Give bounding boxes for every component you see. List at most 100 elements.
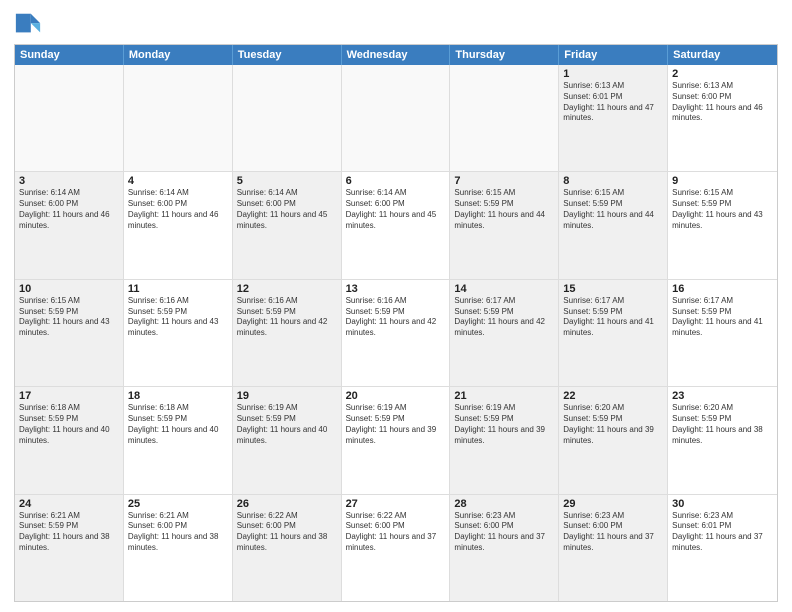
list-item: 23Sunrise: 6:20 AM Sunset: 5:59 PM Dayli… <box>668 387 777 493</box>
cell-info: Sunrise: 6:23 AM Sunset: 6:00 PM Dayligh… <box>563 511 663 554</box>
list-item: 1Sunrise: 6:13 AM Sunset: 6:01 PM Daylig… <box>559 65 668 171</box>
list-item: 24Sunrise: 6:21 AM Sunset: 5:59 PM Dayli… <box>15 495 124 601</box>
list-item: 8Sunrise: 6:15 AM Sunset: 5:59 PM Daylig… <box>559 172 668 278</box>
calendar-header: SundayMondayTuesdayWednesdayThursdayFrid… <box>15 45 777 65</box>
cell-info: Sunrise: 6:19 AM Sunset: 5:59 PM Dayligh… <box>237 403 337 446</box>
day-number: 8 <box>563 175 663 187</box>
list-item: 14Sunrise: 6:17 AM Sunset: 5:59 PM Dayli… <box>450 280 559 386</box>
list-item: 5Sunrise: 6:14 AM Sunset: 6:00 PM Daylig… <box>233 172 342 278</box>
calendar-body: 1Sunrise: 6:13 AM Sunset: 6:01 PM Daylig… <box>15 65 777 601</box>
day-number: 21 <box>454 390 554 402</box>
cell-info: Sunrise: 6:22 AM Sunset: 6:00 PM Dayligh… <box>237 511 337 554</box>
list-item <box>233 65 342 171</box>
list-item: 2Sunrise: 6:13 AM Sunset: 6:00 PM Daylig… <box>668 65 777 171</box>
cal-header-cell: Monday <box>124 45 233 65</box>
list-item: 6Sunrise: 6:14 AM Sunset: 6:00 PM Daylig… <box>342 172 451 278</box>
cal-header-cell: Friday <box>559 45 668 65</box>
list-item: 11Sunrise: 6:16 AM Sunset: 5:59 PM Dayli… <box>124 280 233 386</box>
day-number: 12 <box>237 283 337 295</box>
table-row: 1Sunrise: 6:13 AM Sunset: 6:01 PM Daylig… <box>15 65 777 172</box>
day-number: 4 <box>128 175 228 187</box>
cell-info: Sunrise: 6:23 AM Sunset: 6:01 PM Dayligh… <box>672 511 773 554</box>
list-item: 12Sunrise: 6:16 AM Sunset: 5:59 PM Dayli… <box>233 280 342 386</box>
list-item <box>342 65 451 171</box>
cal-header-cell: Wednesday <box>342 45 451 65</box>
day-number: 17 <box>19 390 119 402</box>
cell-info: Sunrise: 6:19 AM Sunset: 5:59 PM Dayligh… <box>346 403 446 446</box>
cell-info: Sunrise: 6:21 AM Sunset: 6:00 PM Dayligh… <box>128 511 228 554</box>
day-number: 28 <box>454 498 554 510</box>
list-item: 28Sunrise: 6:23 AM Sunset: 6:00 PM Dayli… <box>450 495 559 601</box>
day-number: 29 <box>563 498 663 510</box>
day-number: 18 <box>128 390 228 402</box>
cell-info: Sunrise: 6:17 AM Sunset: 5:59 PM Dayligh… <box>672 296 773 339</box>
day-number: 20 <box>346 390 446 402</box>
cell-info: Sunrise: 6:20 AM Sunset: 5:59 PM Dayligh… <box>563 403 663 446</box>
cell-info: Sunrise: 6:18 AM Sunset: 5:59 PM Dayligh… <box>128 403 228 446</box>
cell-info: Sunrise: 6:13 AM Sunset: 6:01 PM Dayligh… <box>563 81 663 124</box>
day-number: 16 <box>672 283 773 295</box>
list-item: 17Sunrise: 6:18 AM Sunset: 5:59 PM Dayli… <box>15 387 124 493</box>
cell-info: Sunrise: 6:15 AM Sunset: 5:59 PM Dayligh… <box>563 188 663 231</box>
list-item: 30Sunrise: 6:23 AM Sunset: 6:01 PM Dayli… <box>668 495 777 601</box>
list-item: 19Sunrise: 6:19 AM Sunset: 5:59 PM Dayli… <box>233 387 342 493</box>
day-number: 22 <box>563 390 663 402</box>
cell-info: Sunrise: 6:15 AM Sunset: 5:59 PM Dayligh… <box>672 188 773 231</box>
cell-info: Sunrise: 6:17 AM Sunset: 5:59 PM Dayligh… <box>563 296 663 339</box>
day-number: 9 <box>672 175 773 187</box>
calendar: SundayMondayTuesdayWednesdayThursdayFrid… <box>14 44 778 602</box>
cell-info: Sunrise: 6:16 AM Sunset: 5:59 PM Dayligh… <box>237 296 337 339</box>
logo-icon <box>14 10 42 38</box>
cell-info: Sunrise: 6:21 AM Sunset: 5:59 PM Dayligh… <box>19 511 119 554</box>
day-number: 19 <box>237 390 337 402</box>
list-item <box>450 65 559 171</box>
table-row: 3Sunrise: 6:14 AM Sunset: 6:00 PM Daylig… <box>15 172 777 279</box>
list-item <box>15 65 124 171</box>
cell-info: Sunrise: 6:14 AM Sunset: 6:00 PM Dayligh… <box>128 188 228 231</box>
logo <box>14 10 46 38</box>
cell-info: Sunrise: 6:18 AM Sunset: 5:59 PM Dayligh… <box>19 403 119 446</box>
day-number: 23 <box>672 390 773 402</box>
list-item: 15Sunrise: 6:17 AM Sunset: 5:59 PM Dayli… <box>559 280 668 386</box>
day-number: 24 <box>19 498 119 510</box>
cell-info: Sunrise: 6:16 AM Sunset: 5:59 PM Dayligh… <box>128 296 228 339</box>
list-item: 25Sunrise: 6:21 AM Sunset: 6:00 PM Dayli… <box>124 495 233 601</box>
day-number: 30 <box>672 498 773 510</box>
cell-info: Sunrise: 6:14 AM Sunset: 6:00 PM Dayligh… <box>346 188 446 231</box>
cell-info: Sunrise: 6:13 AM Sunset: 6:00 PM Dayligh… <box>672 81 773 124</box>
day-number: 6 <box>346 175 446 187</box>
page: SundayMondayTuesdayWednesdayThursdayFrid… <box>0 0 792 612</box>
cell-info: Sunrise: 6:23 AM Sunset: 6:00 PM Dayligh… <box>454 511 554 554</box>
cell-info: Sunrise: 6:22 AM Sunset: 6:00 PM Dayligh… <box>346 511 446 554</box>
list-item: 7Sunrise: 6:15 AM Sunset: 5:59 PM Daylig… <box>450 172 559 278</box>
list-item: 13Sunrise: 6:16 AM Sunset: 5:59 PM Dayli… <box>342 280 451 386</box>
day-number: 10 <box>19 283 119 295</box>
cal-header-cell: Saturday <box>668 45 777 65</box>
cell-info: Sunrise: 6:16 AM Sunset: 5:59 PM Dayligh… <box>346 296 446 339</box>
table-row: 17Sunrise: 6:18 AM Sunset: 5:59 PM Dayli… <box>15 387 777 494</box>
cell-info: Sunrise: 6:20 AM Sunset: 5:59 PM Dayligh… <box>672 403 773 446</box>
list-item: 16Sunrise: 6:17 AM Sunset: 5:59 PM Dayli… <box>668 280 777 386</box>
list-item: 4Sunrise: 6:14 AM Sunset: 6:00 PM Daylig… <box>124 172 233 278</box>
cal-header-cell: Sunday <box>15 45 124 65</box>
day-number: 1 <box>563 68 663 80</box>
cal-header-cell: Tuesday <box>233 45 342 65</box>
list-item: 21Sunrise: 6:19 AM Sunset: 5:59 PM Dayli… <box>450 387 559 493</box>
day-number: 7 <box>454 175 554 187</box>
cell-info: Sunrise: 6:14 AM Sunset: 6:00 PM Dayligh… <box>19 188 119 231</box>
list-item <box>124 65 233 171</box>
day-number: 15 <box>563 283 663 295</box>
day-number: 3 <box>19 175 119 187</box>
cell-info: Sunrise: 6:17 AM Sunset: 5:59 PM Dayligh… <box>454 296 554 339</box>
list-item: 9Sunrise: 6:15 AM Sunset: 5:59 PM Daylig… <box>668 172 777 278</box>
table-row: 10Sunrise: 6:15 AM Sunset: 5:59 PM Dayli… <box>15 280 777 387</box>
cell-info: Sunrise: 6:15 AM Sunset: 5:59 PM Dayligh… <box>19 296 119 339</box>
list-item: 3Sunrise: 6:14 AM Sunset: 6:00 PM Daylig… <box>15 172 124 278</box>
table-row: 24Sunrise: 6:21 AM Sunset: 5:59 PM Dayli… <box>15 495 777 601</box>
list-item: 27Sunrise: 6:22 AM Sunset: 6:00 PM Dayli… <box>342 495 451 601</box>
day-number: 26 <box>237 498 337 510</box>
cell-info: Sunrise: 6:15 AM Sunset: 5:59 PM Dayligh… <box>454 188 554 231</box>
day-number: 13 <box>346 283 446 295</box>
cal-header-cell: Thursday <box>450 45 559 65</box>
day-number: 2 <box>672 68 773 80</box>
